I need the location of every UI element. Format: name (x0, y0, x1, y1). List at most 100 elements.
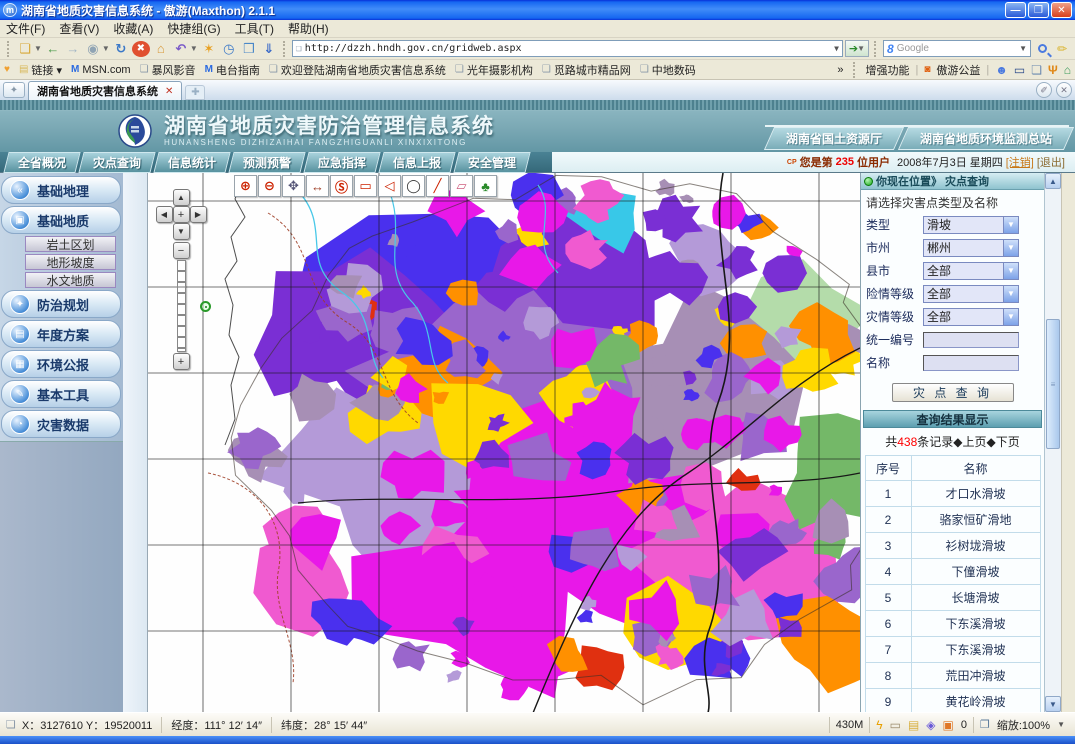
zoom-in-tool[interactable]: ⊕ (234, 175, 257, 197)
nav-tab-2[interactable]: 信息统计 (153, 152, 230, 173)
panel-scrollbar[interactable]: ▲ ≡ ▼ (1044, 173, 1061, 712)
bookmark-item[interactable]: ❏觅路城市精品网 (542, 62, 631, 78)
snap-icon[interactable]: ❒ (240, 40, 258, 58)
banner-link-1[interactable]: 湖南省地质环境监测总站 (898, 127, 1074, 150)
field-select-灾情等级[interactable]: 全部▼ (923, 308, 1019, 326)
new-tab-button[interactable]: ✚ (185, 85, 205, 100)
minimize-button[interactable]: — (1005, 2, 1026, 18)
nav-tab-3[interactable]: 预测预警 (228, 152, 305, 173)
lightning-icon[interactable]: ϟ (876, 718, 882, 732)
search-go-icon[interactable] (1033, 40, 1051, 58)
folder-icon[interactable]: ▭ (890, 718, 901, 732)
banner-link-0[interactable]: 湖南省国土资源厅 (764, 127, 904, 150)
select-arrow-icon[interactable]: ▼ (1003, 217, 1018, 233)
bookmark-item[interactable]: ▤链接 ▾ (19, 62, 62, 78)
table-row[interactable]: 4下僮滑坡 (865, 559, 1040, 585)
scroll-track[interactable]: ≡ (1045, 189, 1061, 696)
page-updown-icon[interactable]: ◉ (84, 40, 102, 58)
table-row[interactable]: 6下东溪滑坡 (865, 611, 1040, 637)
logout-link[interactable]: [注销] (1006, 154, 1034, 170)
table-row[interactable]: 1才口水滑坡 (865, 481, 1040, 507)
undo-icon-dropdown[interactable]: ▼ (190, 44, 198, 53)
forward-icon[interactable]: → (64, 40, 82, 58)
table-row[interactable]: 5长塘滑坡 (865, 585, 1040, 611)
bookmarks-overflow-icon[interactable]: » (837, 64, 843, 76)
zoom-dropdown-icon[interactable]: ▼ (1057, 720, 1065, 729)
search-input[interactable]: Google (897, 43, 1016, 54)
pan-down-button[interactable]: ▼ (173, 223, 190, 240)
bookmark-item[interactable]: MMSN.com (71, 64, 131, 76)
sidebar-subitem[interactable]: 水文地质 (25, 272, 116, 288)
row-name[interactable]: 衫树垅滑坡 (911, 533, 1040, 559)
new-page-icon-dropdown[interactable]: ▼ (34, 44, 42, 53)
tab-close-icon[interactable]: ✕ (165, 86, 173, 97)
scroll-thumb[interactable]: ≡ (1046, 319, 1060, 449)
sidebar-subitem[interactable]: 岩土区划 (25, 236, 116, 252)
nav-tab-1[interactable]: 灾点查询 (78, 152, 155, 173)
table-row[interactable]: 2骆家恒矿滑地 (865, 507, 1040, 533)
undo-icon[interactable]: ↶ (172, 40, 190, 58)
sidebar-item[interactable]: ✎基本工具 (1, 380, 121, 408)
enhance-features-link[interactable]: 增强功能 (866, 62, 910, 78)
scroll-up-icon[interactable]: ▲ (1045, 173, 1061, 189)
scroll-down-icon[interactable]: ▼ (1045, 696, 1061, 712)
refresh-icon[interactable]: ↻ (112, 40, 130, 58)
home-icon[interactable]: ⌂ (152, 40, 170, 58)
bookmark-item[interactable]: ❏光年摄影机构 (455, 62, 533, 78)
bookmark-item[interactable]: M电台指南 (205, 62, 260, 78)
field-select-类型[interactable]: 滑坡▼ (923, 216, 1019, 234)
tab-settings-icon[interactable]: ✐ (1036, 82, 1052, 98)
select-arrow-icon[interactable]: ▼ (1003, 263, 1018, 279)
polygon-select-tool[interactable]: ◁ (378, 175, 401, 197)
row-name[interactable]: 下东溪滑坡 (911, 637, 1040, 663)
prev-page-link[interactable]: ◆上页 (953, 435, 986, 449)
menu-item[interactable]: 工具(T) (235, 20, 274, 37)
bookmark-item[interactable]: ❏中地数码 (640, 62, 696, 78)
favorites-heart-icon[interactable]: ♥ (4, 64, 10, 75)
tab-active[interactable]: 湖南省地质灾害信息系统 ✕ (28, 81, 182, 100)
download-icon[interactable]: ⇓ (260, 40, 278, 58)
popup-blocker-icon[interactable]: ▣ (943, 718, 954, 732)
sidebar-item[interactable]: ✦防治规划 (1, 290, 121, 318)
nav-tab-0[interactable]: 全省概况 (3, 152, 80, 173)
select-arrow-icon[interactable]: ▼ (1003, 286, 1018, 302)
row-name[interactable]: 下僮滑坡 (911, 559, 1040, 585)
new-page-icon[interactable]: ❏ (16, 40, 34, 58)
row-name[interactable]: 黄花岭滑坡 (911, 689, 1040, 713)
bookmark-item[interactable]: ❏欢迎登陆湖南省地质灾害信息系统 (269, 62, 446, 78)
compass-tool[interactable]: Ⓢ (330, 175, 353, 197)
next-page-link[interactable]: ◆下页 (987, 435, 1020, 449)
sidebar-item[interactable]: «基础地理 (1, 176, 121, 204)
zoom-slider[interactable] (177, 260, 186, 352)
exit-link[interactable]: [退出] (1037, 154, 1065, 170)
layer-tree-tool[interactable]: ♣ (474, 175, 497, 197)
field-input-统一编号[interactable] (923, 332, 1019, 348)
folder-open-icon[interactable]: ▤ (908, 718, 919, 732)
table-row[interactable]: 7下东溪滑坡 (865, 637, 1040, 663)
diamond-icon[interactable]: ◈ (926, 718, 935, 732)
select-arrow-icon[interactable]: ▼ (1003, 309, 1018, 325)
field-select-险情等级[interactable]: 全部▼ (923, 285, 1019, 303)
table-row[interactable]: 8荒田冲滑坡 (865, 663, 1040, 689)
table-row[interactable]: 9黄花岭滑坡 (865, 689, 1040, 713)
profile-icon[interactable]: ☻ (995, 63, 1008, 77)
pan-up-button[interactable]: ▲ (173, 189, 190, 206)
notes-icon[interactable]: ❏ (1031, 63, 1042, 77)
pan-left-button[interactable]: ◀ (156, 206, 173, 223)
nav-tab-5[interactable]: 信息上报 (378, 152, 455, 173)
field-select-市州[interactable]: 郴州▼ (923, 239, 1019, 257)
map-viewport[interactable]: ⊕⊖✥↔Ⓢ▭◁◯╱▱♣ ▲ ◀ + ▶ ▼ − + (148, 173, 860, 712)
sidebar-item[interactable]: ▤年度方案 (1, 320, 121, 348)
row-name[interactable]: 下东溪滑坡 (911, 611, 1040, 637)
back-icon[interactable]: ← (44, 40, 62, 58)
line-draw-tool[interactable]: ╱ (426, 175, 449, 197)
tab-bar-close-icon[interactable]: ✕ (1056, 82, 1072, 98)
restore-button[interactable]: ❐ (1028, 2, 1049, 18)
charity-link[interactable]: 傲游公益 (936, 62, 980, 78)
query-button[interactable]: 灾 点 查 询 (892, 383, 1014, 402)
measure-distance-tool[interactable]: ↔ (306, 175, 329, 197)
zoom-out-tool[interactable]: ⊖ (258, 175, 281, 197)
zoom-plus-button[interactable]: + (173, 353, 190, 370)
bookmark-item[interactable]: ❏暴风影音 (140, 62, 196, 78)
menu-item[interactable]: 查看(V) (59, 20, 99, 37)
